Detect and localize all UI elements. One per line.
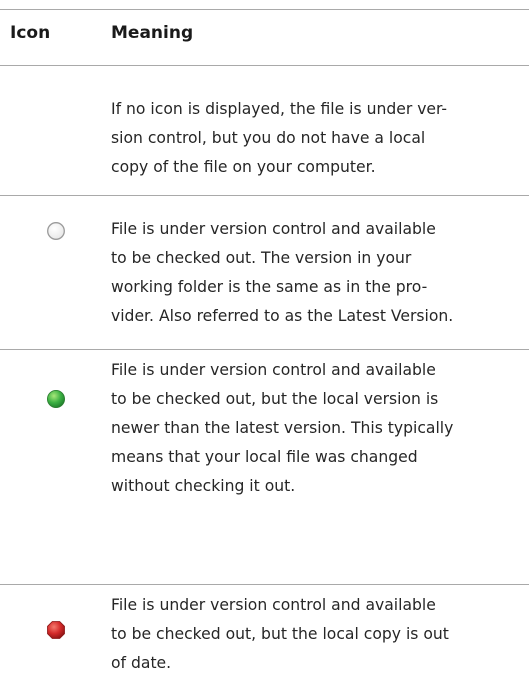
row-no-icon-meaning: If no icon is displayed, the file is und… xyxy=(111,95,523,182)
text-line: File is under version control and availa… xyxy=(111,361,436,379)
row-out-of-date-meaning: File is under version control and availa… xyxy=(111,591,523,678)
red-octagon-icon xyxy=(46,620,66,640)
text-line: newer than the latest version. This typi… xyxy=(111,419,454,437)
header-meaning: Meaning xyxy=(111,23,194,43)
text-line: copy of the file on your computer. xyxy=(111,158,376,176)
text-line: means that your local file was changed xyxy=(111,448,418,466)
table-top-rule xyxy=(0,9,529,10)
text-line: If no icon is displayed, the file is und… xyxy=(111,100,448,118)
text-line: to be checked out, but the local version… xyxy=(111,390,439,408)
row-divider xyxy=(0,195,529,196)
text-line: File is under version control and availa… xyxy=(111,220,436,238)
header-icon: Icon xyxy=(10,23,51,43)
row-divider xyxy=(0,584,529,585)
row-latest-version-meaning: File is under version control and availa… xyxy=(111,215,523,331)
row-divider xyxy=(0,349,529,350)
header-rule xyxy=(0,65,529,66)
text-line: to be checked out. The version in your xyxy=(111,249,412,267)
text-line: without checking it out. xyxy=(111,477,296,495)
text-line: working folder is the same as in the pro… xyxy=(111,278,428,296)
text-line: of date. xyxy=(111,654,172,672)
text-line: to be checked out, but the local copy is… xyxy=(111,625,449,643)
text-line: vider. Also referred to as the Latest Ve… xyxy=(111,307,454,325)
hollow-circle-icon xyxy=(46,221,66,241)
text-line: File is under version control and availa… xyxy=(111,596,436,614)
row-newer-local-meaning: File is under version control and availa… xyxy=(111,356,523,501)
green-circle-icon xyxy=(46,389,66,409)
text-line: sion control, but you do not have a loca… xyxy=(111,129,426,147)
